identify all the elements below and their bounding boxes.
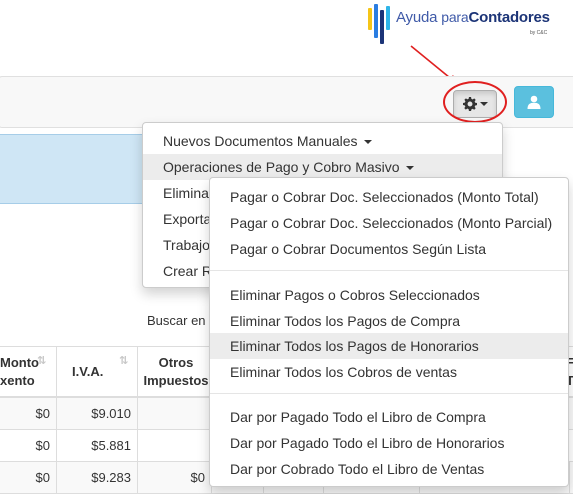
cell-iva: $9.010 xyxy=(57,398,138,429)
submenu-item-eliminar-pagos-compra[interactable]: Eliminar Todos los Pagos de Compra xyxy=(210,308,568,334)
sort-icon[interactable]: ⇅ xyxy=(37,354,46,367)
submenu-item-pagado-libro-honorarios[interactable]: Dar por Pagado Todo el Libro de Honorari… xyxy=(210,430,568,456)
cell-iva: $9.283 xyxy=(57,462,138,493)
ayuda-para-contadores-logo: Ayuda paraContadores by C&C xyxy=(366,4,566,44)
menu-item-label: Operaciones de Pago y Cobro Masivo xyxy=(163,159,400,175)
logo-bar xyxy=(386,6,390,30)
menu-item-label: Nuevos Documentos Manuales xyxy=(163,133,358,149)
submenu-item-eliminar-pagos-honorarios[interactable]: Eliminar Todos los Pagos de Honorarios xyxy=(210,333,568,359)
user-menu-button[interactable] xyxy=(514,86,554,118)
search-label: Buscar en xyxy=(147,313,206,328)
column-header-monto-exento[interactable]: Monto xento ⇅ xyxy=(0,347,57,397)
submenu-item-pagar-cobrar-monto-total[interactable]: Pagar o Cobrar Doc. Seleccionados (Monto… xyxy=(210,184,568,210)
operaciones-pago-cobro-submenu: Pagar o Cobrar Doc. Seleccionados (Monto… xyxy=(209,177,569,487)
menu-item-label: Trabajo xyxy=(163,237,210,253)
logo-bar xyxy=(374,4,378,38)
logo-text: Ayuda paraContadores xyxy=(396,9,550,26)
cell-monto-exento: $0 xyxy=(0,398,57,429)
submenu-item-pagado-libro-compra[interactable]: Dar por Pagado Todo el Libro de Compra xyxy=(210,404,568,430)
submenu-item-cobrado-libro-ventas[interactable]: Dar por Cobrado Todo el Libro de Ventas xyxy=(210,456,568,482)
menu-item-label: Exportar xyxy=(163,211,216,227)
cell-otros-impuestos xyxy=(138,430,212,461)
logo-word-para: para xyxy=(441,9,469,25)
cell-monto-exento: $0 xyxy=(0,462,57,493)
menu-item-label: Eliminar xyxy=(163,185,214,201)
logo-word-contadores: Contadores xyxy=(468,9,550,26)
cell-monto-exento: $0 xyxy=(0,430,57,461)
column-header-iva[interactable]: I.V.A. ⇅ xyxy=(57,347,138,397)
gear-icon xyxy=(462,97,477,111)
menu-item-label: Crear R xyxy=(163,263,213,279)
logo-tagline: by C&C xyxy=(530,30,548,36)
menu-divider xyxy=(210,270,568,271)
column-header-otros-line1: Otros xyxy=(158,355,194,370)
submenu-item-pagar-cobrar-segun-lista[interactable]: Pagar o Cobrar Documentos Según Lista xyxy=(210,236,568,262)
cell-otros-impuestos xyxy=(138,398,212,429)
logo-bars-icon xyxy=(366,4,390,44)
logo-bar xyxy=(380,10,384,44)
submenu-item-eliminar-cobros-ventas[interactable]: Eliminar Todos los Cobros de ventas xyxy=(210,359,568,385)
cell-iva: $5.881 xyxy=(57,430,138,461)
sort-icon[interactable]: ⇅ xyxy=(119,354,128,367)
chevron-down-icon xyxy=(405,166,414,171)
submenu-item-eliminar-pagos-seleccionados[interactable]: Eliminar Pagos o Cobros Seleccionados xyxy=(210,282,568,308)
logo-bar xyxy=(368,8,372,30)
user-icon xyxy=(527,95,541,109)
submenu-item-pagar-cobrar-monto-parcial[interactable]: Pagar o Cobrar Doc. Seleccionados (Monto… xyxy=(210,210,568,236)
info-banner xyxy=(0,134,150,204)
column-header-otros-impuestos[interactable]: Otros Impuestos xyxy=(138,347,212,397)
column-header-monto-exento-line1: Monto xyxy=(0,355,39,370)
chevron-down-icon xyxy=(479,102,488,106)
menu-item-nuevos-documentos-manuales[interactable]: Nuevos Documentos Manuales xyxy=(143,128,502,154)
logo-word-ayuda: Ayuda xyxy=(396,9,442,26)
column-header-iva-label: I.V.A. xyxy=(72,364,104,379)
chevron-down-icon xyxy=(363,140,372,145)
column-header-otros-line2: Impuestos xyxy=(143,373,209,388)
column-header-monto-exento-line2: xento xyxy=(0,373,35,388)
settings-dropdown-button[interactable] xyxy=(453,90,497,118)
menu-divider xyxy=(210,393,568,394)
cell-otros-impuestos: $0 xyxy=(138,462,212,493)
